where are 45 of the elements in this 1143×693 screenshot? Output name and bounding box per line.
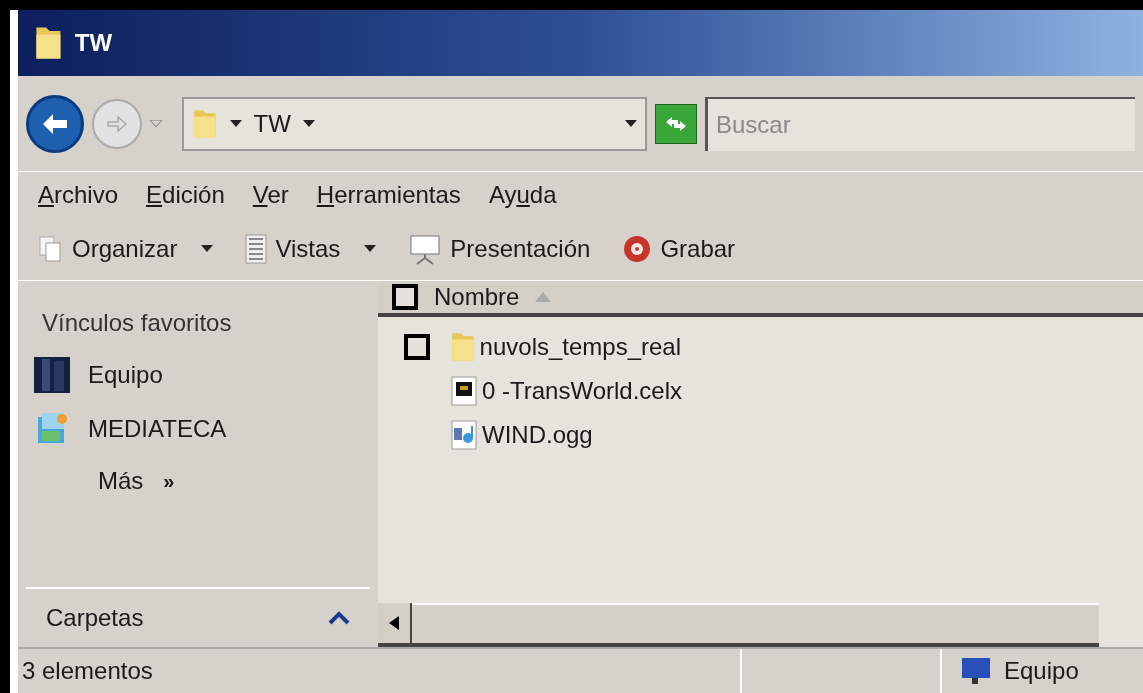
caret-icon	[302, 119, 315, 128]
favorite-link[interactable]: MEDIATECA	[32, 409, 378, 449]
menu-item[interactable]: Archivo	[38, 177, 119, 213]
toolbar-button[interactable]: Organizar	[38, 231, 214, 267]
file-row[interactable]: WIND.ogg	[404, 413, 1143, 457]
more-link[interactable]: Más »	[32, 463, 378, 499]
menu-item[interactable]: Herramientas	[316, 177, 461, 213]
location-label: Equipo	[1004, 656, 1079, 686]
file-row[interactable]: 0 -TransWorld.celx	[404, 369, 1143, 413]
path-segment[interactable]: TW	[253, 105, 291, 142]
back-button[interactable]	[26, 94, 84, 153]
disc-icon	[622, 234, 653, 264]
folders-toggle[interactable]: Carpetas	[18, 589, 378, 647]
checkbox[interactable]	[392, 284, 418, 310]
toolbar-button[interactable]: Grabar	[622, 231, 736, 267]
list-icon	[245, 234, 268, 264]
forward-arrow-icon	[106, 114, 128, 133]
computer-icon	[32, 355, 72, 395]
toolbar-button[interactable]: Presentación	[408, 231, 591, 267]
projector-screen-icon	[408, 233, 443, 265]
pages-icon	[38, 235, 64, 263]
item-count: 3 elementos	[22, 656, 153, 686]
caret-icon	[625, 119, 637, 128]
folder-icon	[450, 331, 476, 363]
favorite-link[interactable]: Equipo	[32, 355, 378, 395]
toolbar-button[interactable]: Vistas	[245, 231, 377, 267]
left-arrow-icon	[389, 616, 399, 630]
column-header[interactable]: Nombre	[378, 281, 1143, 317]
menu-item[interactable]: Edición	[146, 177, 225, 213]
collapse-chevron-icon	[328, 611, 350, 625]
refresh-button[interactable]	[655, 103, 697, 144]
menu-item[interactable]: Ayuda	[488, 177, 557, 213]
history-caret-icon	[150, 119, 162, 128]
folder-icon	[34, 25, 63, 61]
file-icon	[450, 376, 478, 406]
sidebar-heading: Vínculos favoritos	[41, 308, 233, 338]
caret-icon	[229, 119, 242, 128]
address-field[interactable]: TW	[182, 96, 647, 151]
menu-item[interactable]: Ver	[252, 177, 289, 213]
search-field[interactable]: Buscar	[705, 96, 1135, 151]
audio-file-icon	[450, 420, 478, 450]
checkbox[interactable]	[404, 334, 430, 360]
folder-icon	[192, 107, 218, 140]
file-row[interactable]: nuvols_temps_real	[404, 325, 1143, 369]
window-title: TW	[74, 28, 113, 58]
